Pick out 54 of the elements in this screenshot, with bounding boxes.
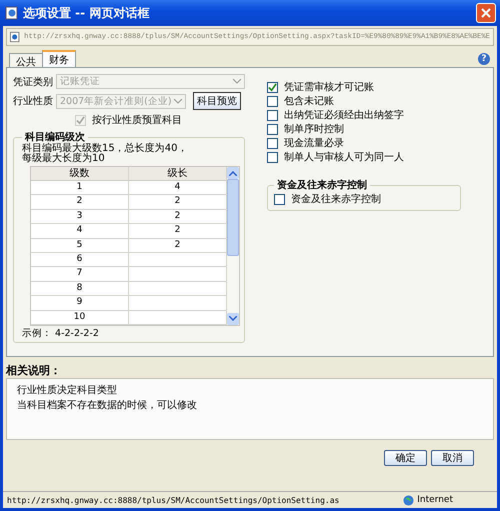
checkbox[interactable] xyxy=(267,110,278,120)
note-text: 科目编码最大级数15，总长度为40， xyxy=(22,144,188,154)
close-icon xyxy=(481,8,491,18)
description-text: 当科目档案不存在数据的时候，可以修改 xyxy=(17,398,198,413)
checkbox-label: 包含未记账 xyxy=(284,94,334,108)
checkbox[interactable] xyxy=(267,138,278,148)
example-text: 示例： 4-2-2-2-2 xyxy=(22,326,100,340)
zone-text: Internet xyxy=(417,495,453,505)
checkbox-label: 资金及往来赤字控制 xyxy=(291,192,381,206)
preview-button[interactable]: 科目预览 xyxy=(193,92,241,110)
checkbox-label: 按行业性质预置科目 xyxy=(92,114,182,127)
field-label: 行业性质 xyxy=(13,94,53,108)
checkbox[interactable] xyxy=(267,152,278,162)
tab[interactable]: 公共 xyxy=(9,53,43,67)
checkbox[interactable] xyxy=(267,96,278,106)
dialog-button[interactable]: 确定 xyxy=(384,450,427,466)
section-title: 相关说明： xyxy=(6,363,62,378)
checkbox-label: 凭证需审核才可记账 xyxy=(284,80,374,94)
status-url: http://zrsxhq.gnway.cc:8888/tplus/SM/AccountSettings/OptionSetting.as xyxy=(7,496,340,504)
description-text: 行业性质决定科目类型 xyxy=(17,384,118,398)
checkbox-label: 制单序时控制 xyxy=(284,122,344,136)
scrollbar[interactable] xyxy=(227,167,239,325)
table-cell: 5 xyxy=(31,238,129,253)
checkbox-label: 现金流量必录 xyxy=(284,136,344,150)
page-icon xyxy=(5,6,19,20)
checkbox-label: 出纳凭证必须经由出纳签字 xyxy=(284,108,404,122)
column-header: 级长 xyxy=(129,167,227,181)
table-cell: 7 xyxy=(31,267,129,282)
globe-icon xyxy=(403,494,414,506)
column-header: 级数 xyxy=(31,167,129,181)
table-cell: 1 xyxy=(31,181,129,196)
group-title: 科目编码级次 xyxy=(24,130,86,143)
window-title: 选项设置 -- 网页对话框 xyxy=(23,4,150,22)
checkbox[interactable] xyxy=(274,194,285,204)
table-cell: 4 xyxy=(31,224,129,239)
dialog-button[interactable]: 取消 xyxy=(431,450,474,466)
note-text: 每级最大长度为10 xyxy=(22,154,106,164)
tab[interactable]: 财务 xyxy=(42,50,76,67)
table-cell: 6 xyxy=(31,252,129,268)
close-button[interactable] xyxy=(476,3,496,23)
checkbox[interactable] xyxy=(267,82,278,92)
checkbox[interactable] xyxy=(267,124,278,134)
caret-icon xyxy=(233,79,241,84)
table-cell: 3 xyxy=(31,210,129,224)
table-cell: 8 xyxy=(31,282,129,296)
page-icon xyxy=(10,31,20,43)
help-button[interactable]: ? xyxy=(478,53,490,65)
caret-icon xyxy=(174,98,182,104)
table-cell: 2 xyxy=(31,195,129,210)
table-cell: 10 xyxy=(31,310,129,325)
checkbox-label: 制单人与审核人可为同一人 xyxy=(284,150,404,164)
field-label: 凭证类别 xyxy=(13,76,53,88)
group-title: 资金及往来赤字控制 xyxy=(276,178,368,192)
table-cell: 9 xyxy=(31,296,129,311)
